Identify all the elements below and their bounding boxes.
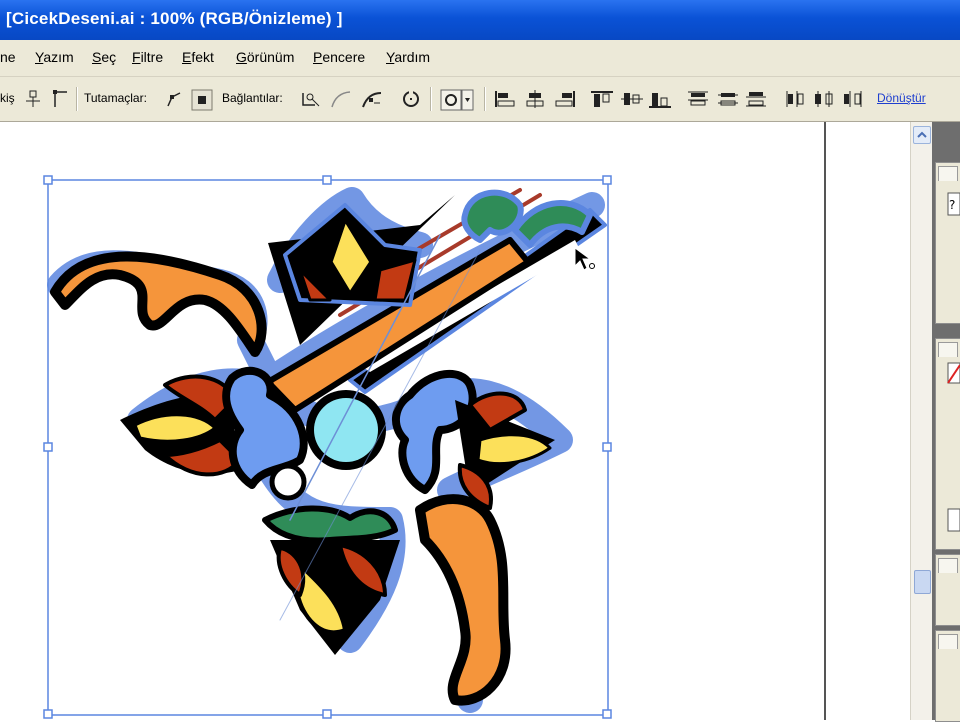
docked-panels: ? [932,122,960,722]
panel-tab[interactable] [938,634,958,649]
handle-bottom-left [43,709,53,719]
handles-label: Tutamaçlar: [84,91,147,105]
mouse-pointer-icon [574,247,595,271]
isolate-mask-icon[interactable] [440,89,474,111]
green-arch [262,505,398,544]
align-top-icon[interactable] [590,89,614,109]
layers-panel[interactable] [935,630,960,722]
distribute-right-icon[interactable] [840,89,864,109]
control-toolbar: kiş Tutamaçlar: Bağlantılar: Dönüştür [0,77,960,122]
menu-item-view[interactable]: Görünüm [236,49,294,65]
flower-artwork[interactable] [0,122,910,720]
distribute-left-icon[interactable] [784,89,808,109]
show-handles-icon[interactable] [300,89,322,109]
distribute-hcenter-icon[interactable] [812,89,836,109]
artboard-edge [824,122,826,720]
handle-smooth-icon[interactable] [191,89,213,111]
center-cyan-circle [314,398,378,462]
artwork-group [47,187,607,713]
distribute-center-icon[interactable] [716,89,740,109]
handle-top-right [602,175,612,185]
cut-path-icon[interactable] [400,89,422,109]
menu-item-file-partial[interactable]: ne [0,49,16,65]
orange-swoosh-top [50,251,267,357]
menu-item-help[interactable]: Yardım [386,49,430,65]
swatches-panel[interactable] [935,554,960,626]
scroll-up-button[interactable] [913,126,931,144]
window-title: [CicekDeseni.ai : 100% (RGB/Önizleme) ] [6,9,343,28]
menu-item-type[interactable]: Yazım [35,49,74,65]
handle-middle-right [602,442,612,452]
vertical-scrollbar[interactable] [910,122,933,720]
distribute-top-icon[interactable] [686,89,710,109]
menu-item-window[interactable]: Pencere [313,49,365,65]
window-title-bar[interactable]: [CicekDeseni.ai : 100% (RGB/Önizleme) ] [0,0,960,40]
menu-bar: ne Yazım Seç Filtre Efekt Görünüm Pencer… [0,40,960,77]
toolbar-left-label: kiş [0,91,15,105]
anchors-label: Bağlantılar: [222,91,283,105]
corner-point-icon[interactable] [52,89,70,109]
menu-item-filter[interactable]: Filtre [132,49,163,65]
orange-tail [415,494,511,706]
color-panel[interactable]: ? [935,162,960,324]
align-left-icon[interactable] [494,89,516,109]
menu-item-select[interactable]: Seç [92,49,116,65]
panel-tab[interactable] [938,558,958,573]
anchor-point-icon[interactable] [24,89,42,109]
menu-item-effect[interactable]: Efekt [182,49,214,65]
handle-middle-left [43,442,53,452]
scroll-thumb[interactable] [914,570,931,594]
stroke-panel[interactable] [935,338,960,550]
handle-corner-icon[interactable] [164,89,184,109]
white-hole [269,463,307,501]
handle-top-middle [322,175,332,185]
align-center-v-icon[interactable] [620,89,644,109]
align-bottom-icon[interactable] [648,89,672,109]
document-canvas[interactable] [0,122,910,720]
transform-link[interactable]: Dönüştür [877,91,926,105]
svg-text:?: ? [949,198,955,212]
curve-anchor-icon[interactable] [360,89,384,109]
handle-bottom-right [602,709,612,719]
curve-handle-icon[interactable] [330,89,352,109]
handle-top-left [43,175,53,185]
distribute-bottom-icon[interactable] [744,89,768,109]
align-center-h-icon[interactable] [524,89,546,109]
align-right-icon[interactable] [554,89,576,109]
handle-bottom-middle [322,709,332,719]
